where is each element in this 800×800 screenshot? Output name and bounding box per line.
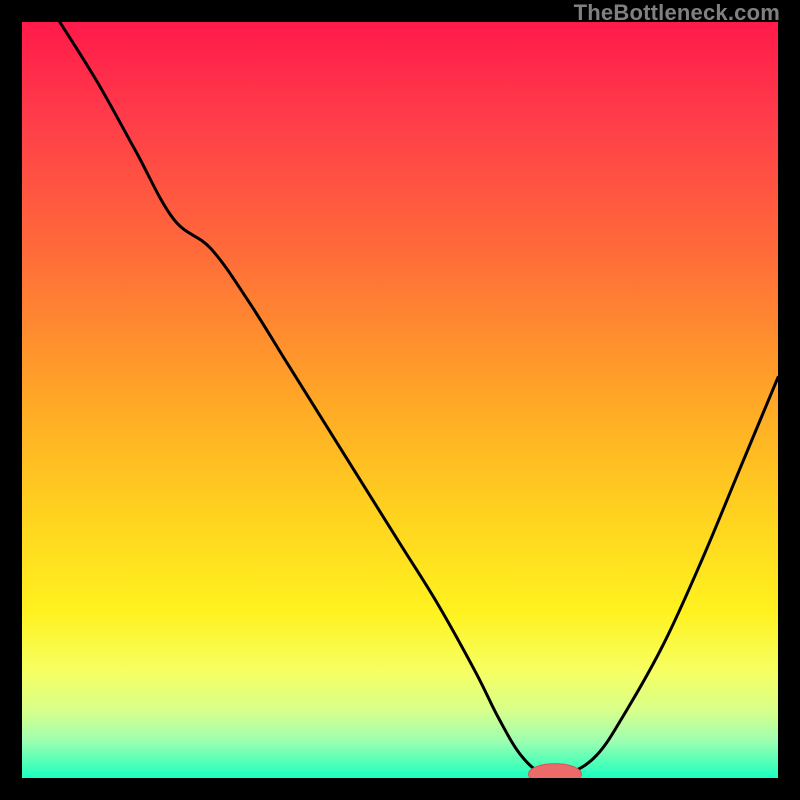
bottleneck-chart — [22, 22, 778, 778]
plot-area — [22, 22, 778, 778]
attribution-text: TheBottleneck.com — [574, 0, 780, 26]
chart-frame: TheBottleneck.com — [0, 0, 800, 800]
gradient-background — [22, 22, 778, 778]
